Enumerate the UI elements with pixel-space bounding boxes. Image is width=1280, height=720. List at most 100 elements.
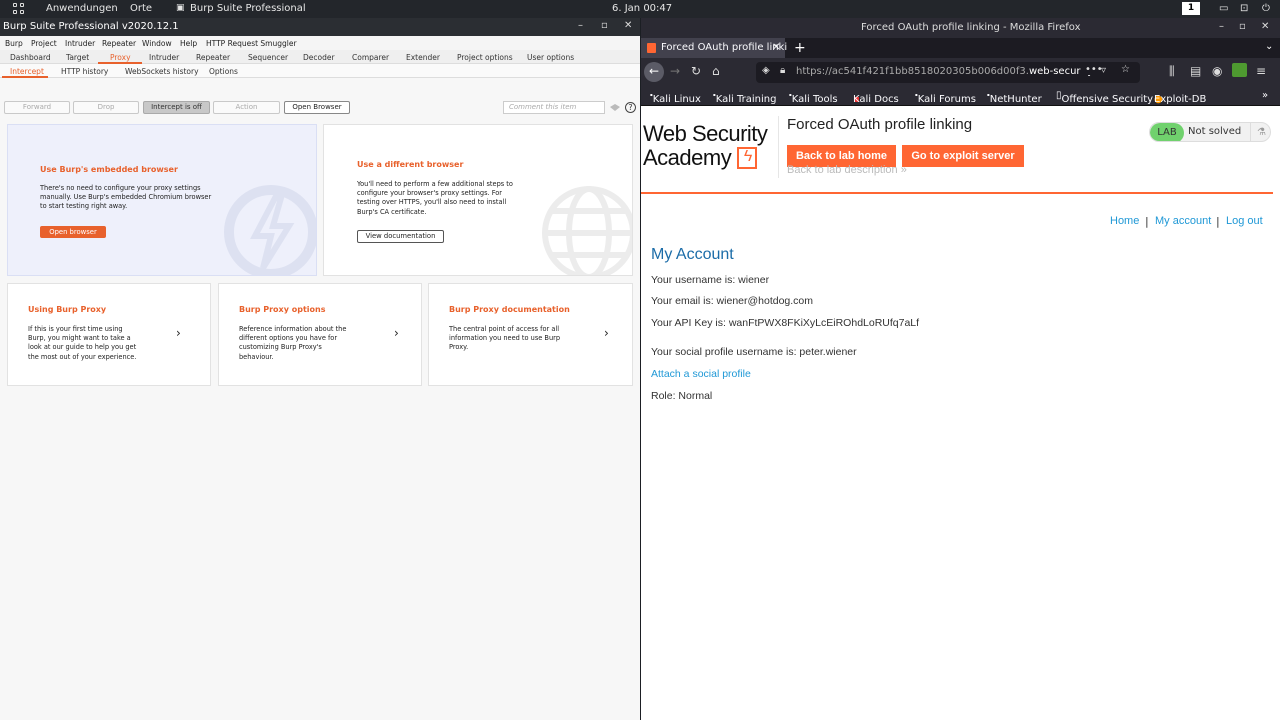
burp-proxy-options-text: Reference information about the differen… <box>239 325 346 362</box>
bookmark-kali-tools[interactable]: ⬝ Kali Tools <box>789 90 838 105</box>
new-tab-icon[interactable]: + <box>794 40 806 56</box>
subtab-websockets-history[interactable]: WebSockets history <box>125 67 199 76</box>
lab-status-badge: LAB Not solved ⚗ <box>1149 122 1271 142</box>
browser-tab[interactable]: Forced OAuth profile linki ✕ <box>641 38 787 58</box>
close-icon[interactable]: ✕ <box>1261 21 1269 32</box>
burp-proxy-documentation-card[interactable]: Burp Proxy documentation The central poi… <box>428 283 633 386</box>
burp-proxy-documentation-text: The central point of access for all info… <box>449 325 560 353</box>
subtab-intercept[interactable]: Intercept <box>10 67 44 76</box>
nav-my-account-link[interactable]: My account <box>1155 215 1211 227</box>
power-icon[interactable]: ⏻ <box>1262 3 1270 14</box>
shield-icon[interactable]: ◈ <box>762 65 770 76</box>
menu-burp[interactable]: Burp <box>5 39 23 48</box>
pocket-icon[interactable]: ▿ <box>1101 65 1106 76</box>
network-icon[interactable]: ⊡ <box>1240 3 1248 14</box>
subtab-options[interactable]: Options <box>209 67 238 76</box>
account-icon[interactable]: ◉ <box>1212 64 1222 78</box>
bookmarks-overflow-icon[interactable]: » <box>1262 90 1268 101</box>
burp-tab-bar: Dashboard Target Proxy Intruder Repeater… <box>0 50 640 64</box>
tab-user-options[interactable]: User options <box>527 53 574 62</box>
nav-home-link[interactable]: Home <box>1110 215 1139 227</box>
active-app-label[interactable]: Burp Suite Professional <box>190 3 306 14</box>
chevron-right-icon[interactable]: › <box>604 326 609 340</box>
chevron-right-icon[interactable]: › <box>176 326 181 340</box>
help-icon[interactable]: ? <box>625 102 636 113</box>
maximize-icon[interactable]: ▫ <box>1239 21 1246 32</box>
highlight-icon[interactable] <box>609 104 621 112</box>
page-actions-icon[interactable]: ••• <box>1081 64 1103 75</box>
applications-menu[interactable]: Anwendungen <box>46 3 118 14</box>
close-icon[interactable]: ✕ <box>624 20 632 31</box>
bookmarks-toolbar: ⬝ Kali Linux ⬝ Kali Training ⬝ Kali Tool… <box>641 86 1280 106</box>
tab-project-options[interactable]: Project options <box>457 53 513 62</box>
subtab-http-history[interactable]: HTTP history <box>61 67 108 76</box>
places-menu[interactable]: Orte <box>130 3 152 14</box>
app-grid-icon[interactable] <box>13 3 25 15</box>
different-browser-card: Use a different browser You'll need to p… <box>323 124 633 276</box>
library-icon[interactable]: ⫼ <box>1169 64 1175 79</box>
bookmark-label: NetHunter <box>989 94 1042 105</box>
attach-social-profile-link[interactable]: Attach a social profile <box>651 368 751 380</box>
sidebar-icon[interactable]: ▤ <box>1190 64 1201 78</box>
menu-http-request-smuggler[interactable]: HTTP Request Smuggler <box>206 39 297 48</box>
home-icon[interactable]: ⌂ <box>712 64 720 78</box>
menu-intruder[interactable]: Intruder <box>65 39 95 48</box>
using-text-line: the most out of your experience. <box>28 352 137 361</box>
back-to-lab-description-link[interactable]: Back to lab description » <box>787 164 907 176</box>
tab-dashboard[interactable]: Dashboard <box>10 53 51 62</box>
lock-icon[interactable]: 🔒︎ <box>780 65 785 76</box>
burp-proxy-options-card[interactable]: Burp Proxy options Reference information… <box>218 283 422 386</box>
view-documentation-button[interactable]: View documentation <box>357 230 444 243</box>
minimize-icon[interactable]: – <box>578 20 583 31</box>
tab-proxy[interactable]: Proxy <box>110 53 131 62</box>
back-arrow-icon[interactable]: ← <box>644 62 664 82</box>
reload-icon[interactable]: ↻ <box>691 64 701 78</box>
bookmark-offensive-security[interactable]: ▯ Offensive Security <box>1056 90 1153 105</box>
maximize-icon[interactable]: ▫ <box>601 20 608 31</box>
tab-close-icon[interactable]: ✕ <box>772 42 780 53</box>
tab-comparer[interactable]: Comparer <box>352 53 389 62</box>
menu-hamburger-icon[interactable]: ≡ <box>1256 64 1266 78</box>
different-text-line: testing over HTTPS, you'll also need to … <box>357 198 507 207</box>
using-burp-proxy-card[interactable]: Using Burp Proxy If this is your first t… <box>7 283 211 386</box>
forward-button[interactable]: Forward <box>4 101 70 114</box>
bookmark-kali-linux[interactable]: ⬝ Kali Linux <box>650 90 701 105</box>
nav-log-out-link[interactable]: Log out <box>1226 215 1263 227</box>
open-browser-button[interactable]: Open Browser <box>284 101 350 114</box>
bookmark-nethunter[interactable]: ⬝ NetHunter <box>987 90 1042 105</box>
menu-help[interactable]: Help <box>180 39 197 48</box>
action-button[interactable]: Action <box>213 101 280 114</box>
menu-window[interactable]: Window <box>142 39 172 48</box>
open-browser-card-button[interactable]: Open browser <box>40 226 106 238</box>
logo-bolt-icon: ϟ <box>736 147 757 169</box>
burp-extension-icon[interactable] <box>1232 63 1247 77</box>
bookmark-kali-forums[interactable]: ⬝ Kali Forums <box>915 90 976 105</box>
using-text-line: If this is your first time using <box>28 325 123 333</box>
tab-decoder[interactable]: Decoder <box>303 53 335 62</box>
go-to-exploit-server-button[interactable]: Go to exploit server <box>902 145 1024 167</box>
burp-menu-bar: Burp Project Intruder Repeater Window He… <box>0 36 640 50</box>
drop-button[interactable]: Drop <box>73 101 139 114</box>
intercept-toggle-button[interactable]: Intercept is off <box>143 101 210 114</box>
bookmark-kali-training[interactable]: ⬝ Kali Training <box>713 90 776 105</box>
different-browser-title: Use a different browser <box>357 160 464 169</box>
logo-line: Web Security <box>643 121 768 146</box>
menu-repeater[interactable]: Repeater <box>102 39 136 48</box>
chevron-right-icon[interactable]: › <box>394 326 399 340</box>
tab-target[interactable]: Target <box>66 53 89 62</box>
tab-intruder[interactable]: Intruder <box>149 53 179 62</box>
bookmark-star-icon[interactable]: ☆ <box>1121 64 1130 75</box>
url-bar[interactable]: ◈ 🔒︎ https://ac541f421f1bb8518020305b006… <box>756 62 1140 83</box>
comment-input[interactable]: Comment this item <box>503 101 605 114</box>
web-security-academy-logo[interactable]: Web Security Academy ϟ <box>643 122 778 170</box>
minimize-icon[interactable]: – <box>1219 21 1224 32</box>
clock[interactable]: 6. Jan 00:47 <box>612 3 672 14</box>
forward-arrow-icon[interactable]: → <box>670 64 680 78</box>
menu-project[interactable]: Project <box>31 39 57 48</box>
tab-sequencer[interactable]: Sequencer <box>248 53 288 62</box>
tab-list-icon[interactable]: ⌄ <box>1265 41 1273 52</box>
workspace-indicator[interactable]: 1 <box>1182 2 1200 15</box>
tab-extender[interactable]: Extender <box>406 53 440 62</box>
screen-icon[interactable]: ▭ <box>1219 3 1228 14</box>
tab-repeater[interactable]: Repeater <box>196 53 230 62</box>
